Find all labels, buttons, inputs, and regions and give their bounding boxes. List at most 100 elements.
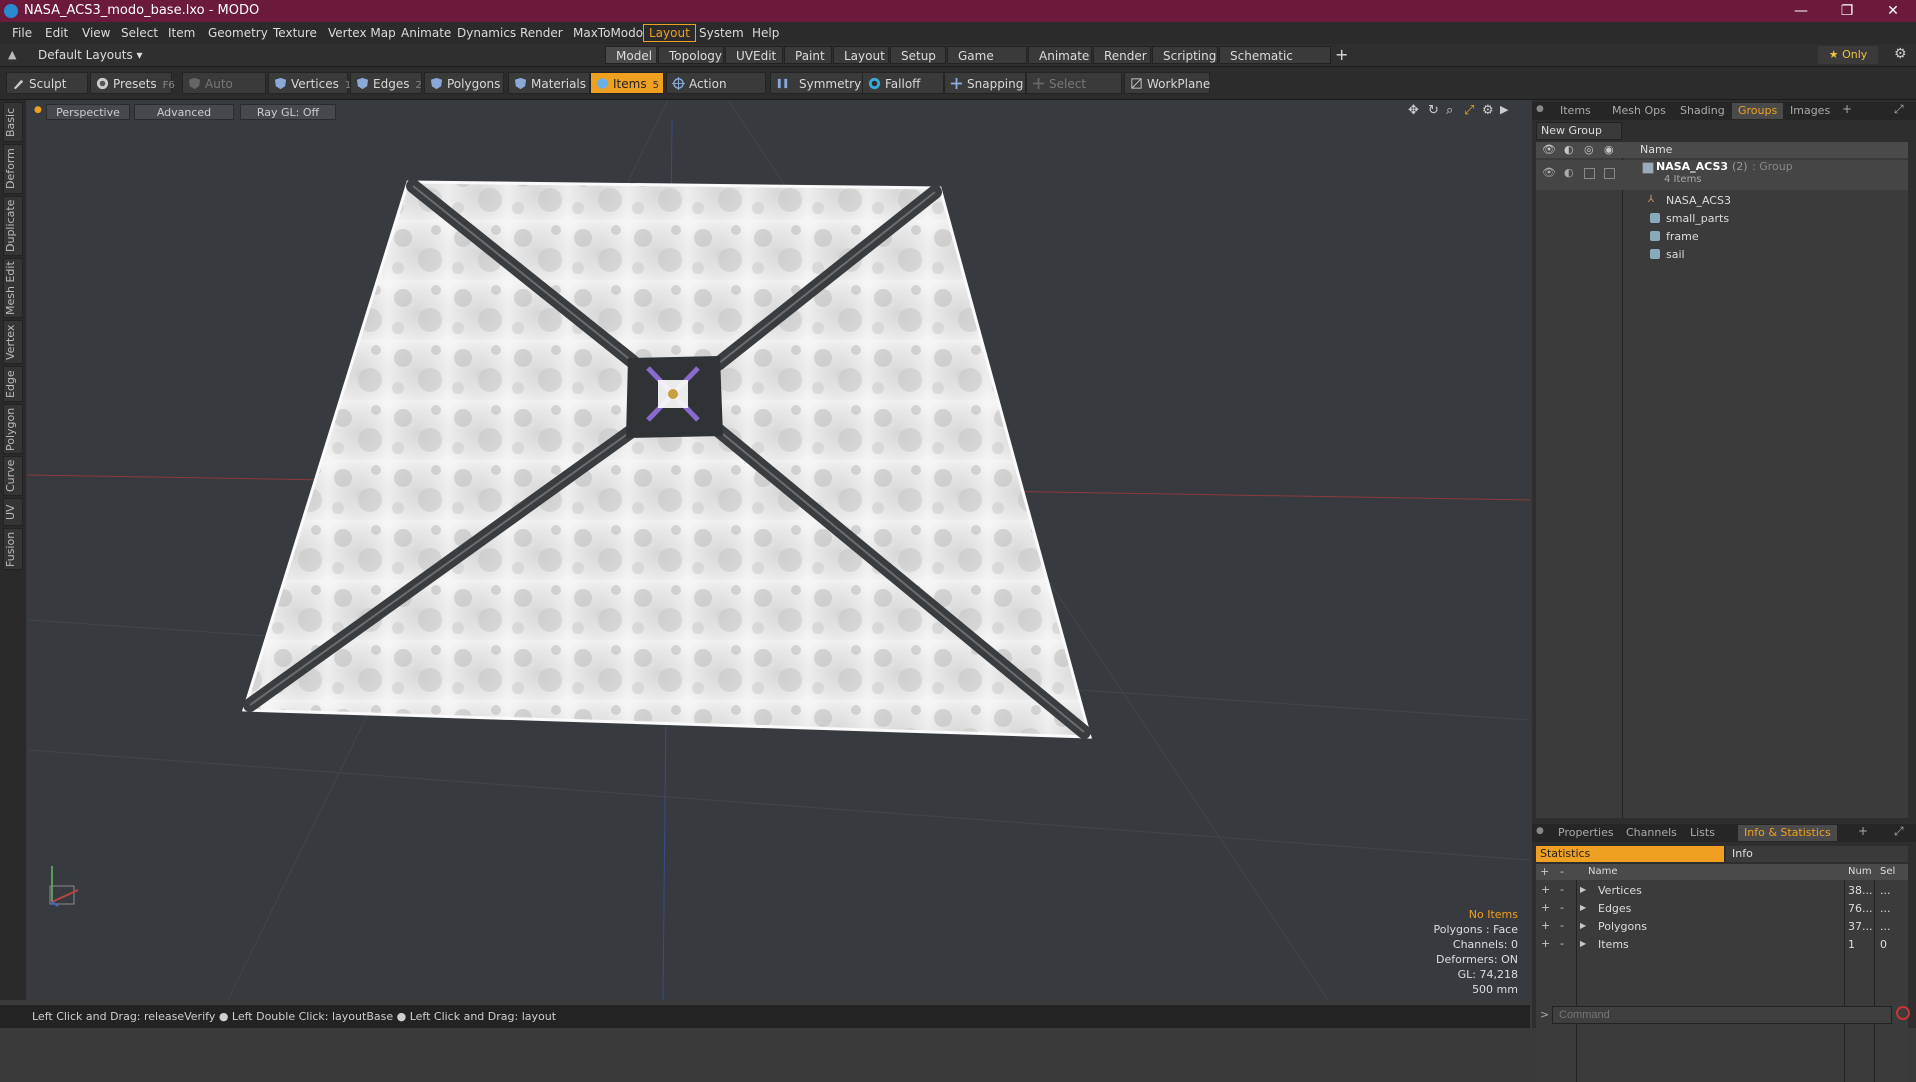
table-row[interactable]: + - ▶ Vertices 38... ... [1536, 882, 1908, 899]
expand-all-icon[interactable]: + [1540, 865, 1549, 878]
tab-layout[interactable]: Layout [833, 46, 889, 64]
tab-paint[interactable]: Paint [784, 46, 832, 64]
minimize-button[interactable]: — [1778, 0, 1824, 22]
restore-button[interactable]: ❐ [1824, 0, 1870, 22]
command-history-icon[interactable] [1896, 1006, 1910, 1020]
list-item[interactable]: ⅄ NASA_ACS3 [1536, 192, 1908, 209]
group-row-nasa-acs3[interactable]: 👁 ◐ NASA_ACS3 (2) : Group 4 Items [1536, 160, 1908, 190]
menu-dynamics[interactable]: Dynamics [457, 26, 516, 40]
row-collapse-icon[interactable]: - [1560, 901, 1564, 914]
layout-selector[interactable]: Default Layouts ▾ [38, 48, 143, 62]
ltab-basic[interactable]: Basic [3, 102, 23, 142]
panel-expand-icon[interactable]: ⤢ [1894, 102, 1904, 117]
info-subtab[interactable]: Info [1726, 846, 1908, 862]
row-arrow-icon[interactable]: ▶ [1580, 885, 1586, 894]
polygons-button[interactable]: Polygons [424, 72, 504, 94]
zoom-icon[interactable]: ⌕ [1446, 103, 1453, 118]
tab-uvedit[interactable]: UVEdit [725, 46, 783, 64]
tab-render[interactable]: Render [1093, 46, 1151, 64]
row-arrow-icon[interactable]: ▶ [1580, 921, 1586, 930]
tab-schematic-fusion[interactable]: Schematic Fusion [1219, 46, 1331, 81]
close-button[interactable]: ✕ [1870, 0, 1916, 22]
group-lock-checkbox[interactable] [1584, 168, 1595, 179]
3d-viewport[interactable]: ✥ ↻ ⌕ ⤢ ⚙ ▶ No Items Polygons : Face Cha… [28, 100, 1530, 1000]
row-expand-icon[interactable]: + [1541, 937, 1550, 950]
list-item[interactable]: sail [1536, 246, 1908, 263]
viewport-settings-icon[interactable]: ⚙ [1482, 103, 1494, 118]
ltab-uv[interactable]: UV [3, 498, 23, 526]
command-input[interactable] [1552, 1006, 1892, 1024]
tab-lists[interactable]: Lists [1684, 825, 1721, 841]
stats-panel-expand-icon[interactable]: ⤢ [1894, 824, 1904, 839]
tab-animate[interactable]: Animate [1028, 46, 1092, 64]
stats-panel-menu-icon[interactable]: ● [1536, 826, 1544, 836]
menu-edit[interactable]: Edit [45, 26, 68, 40]
row-collapse-icon[interactable]: - [1560, 937, 1564, 950]
materials-button[interactable]: Materials [508, 72, 590, 94]
table-row[interactable]: + - ▶ Polygons 37... ... [1536, 918, 1908, 935]
menu-render[interactable]: Render [520, 26, 563, 40]
presets-button[interactable]: Presets F6 [90, 72, 175, 94]
tab-game-tools[interactable]: Game Tools [947, 46, 1027, 81]
tab-setup[interactable]: Setup [890, 46, 946, 64]
panel-menu-icon[interactable]: ● [1536, 104, 1544, 114]
solar-sail-mesh[interactable] [241, 180, 1092, 739]
menu-animate[interactable]: Animate [401, 26, 451, 40]
tab-topology[interactable]: Topology [658, 46, 724, 64]
viewport-canvas[interactable] [28, 100, 1530, 1000]
menu-system[interactable]: System [699, 26, 744, 40]
statistics-subtab[interactable]: Statistics [1536, 846, 1724, 862]
layout-collapse-icon[interactable]: ▲ [8, 48, 16, 61]
add-tab-icon[interactable]: + [1335, 45, 1348, 64]
group-render-icon[interactable]: ◐ [1564, 166, 1574, 179]
menu-vertex-map[interactable]: Vertex Map [328, 26, 396, 40]
tab-mesh-ops[interactable]: Mesh Ops [1606, 103, 1672, 119]
list-item[interactable]: small_parts [1536, 210, 1908, 227]
ltab-deform[interactable]: Deform [3, 144, 23, 194]
menu-item[interactable]: Item [168, 26, 195, 40]
menu-file[interactable]: File [12, 26, 32, 40]
tab-images[interactable]: Images [1784, 103, 1836, 119]
tab-properties[interactable]: Properties [1552, 825, 1620, 841]
ltab-vertex[interactable]: Vertex [3, 320, 23, 364]
ltab-curve[interactable]: Curve [3, 456, 23, 496]
fit-icon[interactable]: ⤢ [1464, 103, 1474, 118]
tab-info-statistics[interactable]: Info & Statistics [1738, 825, 1837, 841]
tab-channels[interactable]: Channels [1620, 825, 1683, 841]
add-stats-tab-icon[interactable]: + [1858, 824, 1868, 838]
table-row[interactable]: + - ▶ Items 1 0 [1536, 936, 1908, 953]
select-through-button[interactable]: Select Through [1026, 72, 1122, 113]
row-collapse-icon[interactable]: - [1560, 883, 1564, 896]
add-panel-tab-icon[interactable]: + [1842, 102, 1852, 116]
row-expand-icon[interactable]: + [1541, 901, 1550, 914]
only-toggle[interactable]: ★ Only [1818, 46, 1878, 64]
action-center-button[interactable]: Action Center [666, 72, 766, 113]
raygl-button[interactable]: Ray GL: Off [240, 104, 336, 120]
tab-scripting[interactable]: Scripting [1152, 46, 1218, 64]
menu-texture[interactable]: Texture [273, 26, 317, 40]
row-expand-icon[interactable]: + [1541, 883, 1550, 896]
new-group-button[interactable]: New Group [1536, 122, 1622, 140]
gear-icon[interactable]: ⚙ [1894, 46, 1907, 62]
ltab-mesh-edit[interactable]: Mesh Edit [3, 258, 23, 318]
menu-layout[interactable]: Layout [643, 24, 696, 42]
pan-icon[interactable]: ✥ [1408, 103, 1419, 118]
ltab-edge[interactable]: Edge [3, 366, 23, 402]
workplane-button[interactable]: WorkPlane [1124, 72, 1210, 94]
group-visibility-icon[interactable]: 👁 [1542, 166, 1556, 179]
tab-model[interactable]: Model [605, 46, 657, 64]
viewport-menu-icon[interactable]: ● [34, 105, 42, 115]
rotate-icon[interactable]: ↻ [1428, 103, 1439, 118]
row-arrow-icon[interactable]: ▶ [1580, 903, 1586, 912]
tab-items[interactable]: Items [1554, 103, 1597, 119]
menu-maxtomodo[interactable]: MaxToModo [573, 26, 643, 40]
table-row[interactable]: + - ▶ Edges 76... ... [1536, 900, 1908, 917]
edges-button[interactable]: Edges 2 [350, 72, 422, 94]
tab-shading[interactable]: Shading [1674, 103, 1731, 119]
menu-help[interactable]: Help [752, 26, 779, 40]
symmetry-button[interactable]: Symmetry [770, 72, 866, 94]
menu-geometry[interactable]: Geometry [208, 26, 268, 40]
tab-groups[interactable]: Groups [1732, 103, 1784, 119]
shading-mode-button[interactable]: Advanced [134, 104, 234, 120]
row-expand-icon[interactable]: + [1541, 919, 1550, 932]
